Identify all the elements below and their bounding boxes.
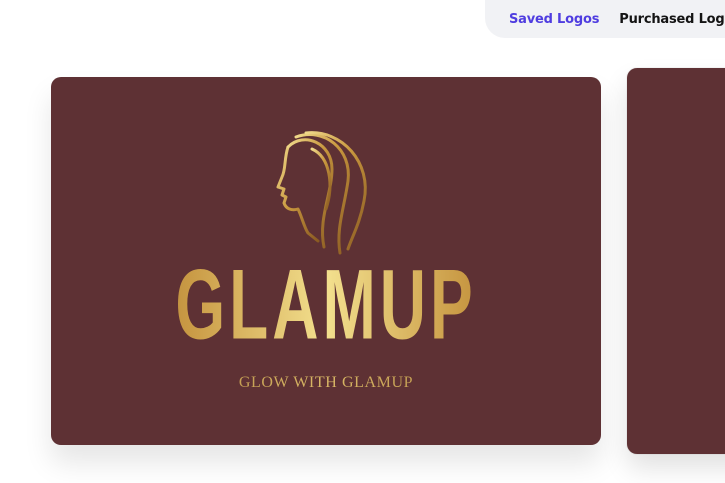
woman-face-hair-icon [276,131,367,255]
tab-saved-logos[interactable]: Saved Logos [509,12,599,27]
page: Saved Logos Purchased Logos GLAMU [0,0,725,483]
logo-card-next[interactable] [627,68,725,454]
tab-purchased-logos[interactable]: Purchased Logos [619,12,725,27]
brand-tagline: GLOW WITH GLAMUP [51,374,601,392]
logo-tabs: Saved Logos Purchased Logos [485,0,725,38]
logo-card[interactable]: GLAMUP GLOW WITH GLAMUP [51,77,601,445]
brand-name: GLAMUP [51,255,601,354]
